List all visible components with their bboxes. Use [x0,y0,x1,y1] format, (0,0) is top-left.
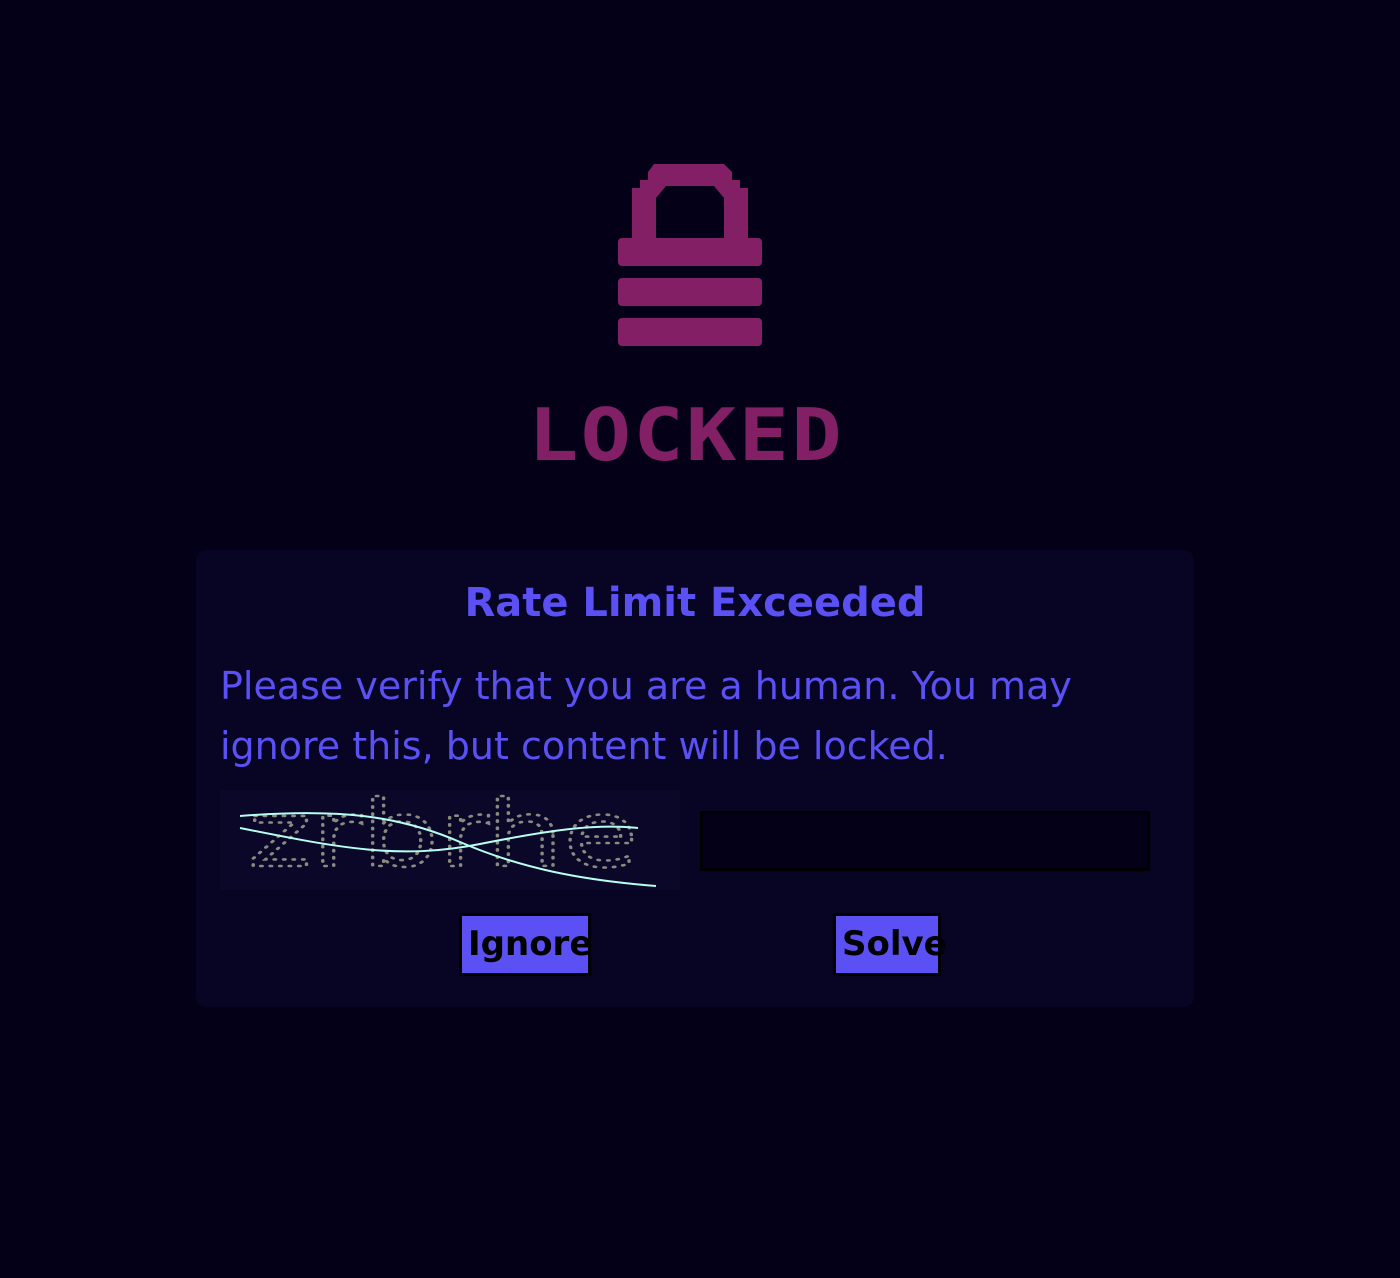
svg-text:LOCKED: LOCKED [528,404,844,464]
lock-screen: LOCKED Rate Limit Exceeded Please verify… [0,0,1400,1278]
captcha-graphic: zrbrhe [239,780,657,889]
captcha-text: zrbrhe [248,790,638,888]
ignore-button[interactable]: Ignore [459,913,592,976]
locked-title: LOCKED [528,404,844,464]
solve-button[interactable]: Solve [833,913,947,976]
padlock-icon [618,164,762,346]
captcha-image: zrbrhe [220,780,680,890]
dialog-title: Rate Limit Exceeded [464,580,926,626]
dialog-message: Please verify that you are a human. You … [220,664,1072,768]
captcha-answer-input[interactable] [700,811,1150,871]
